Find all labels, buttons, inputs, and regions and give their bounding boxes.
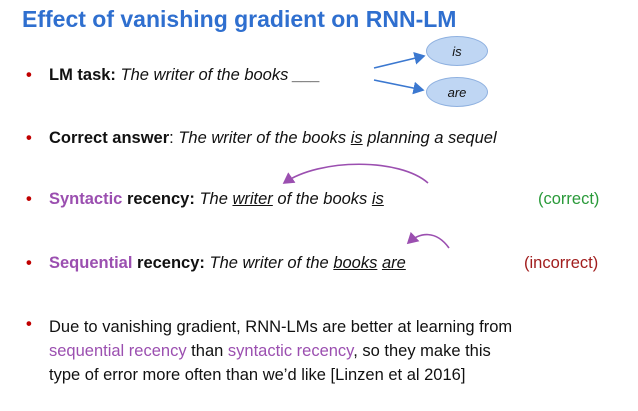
- correct-answer-label: Correct answer: [49, 129, 170, 147]
- sequential-example: The writer of the books are: [209, 254, 406, 272]
- correct-tag: (correct): [538, 190, 600, 208]
- bullet-dot: •: [26, 66, 32, 84]
- slide: Effect of vanishing gradient on RNN-LM i…: [0, 0, 638, 411]
- correct-answer-text: The writer of the books is planning a se…: [178, 129, 497, 147]
- para-line-1: Due to vanishing gradient, RNN-LMs are b…: [49, 318, 513, 336]
- arrow-to-are: [373, 79, 425, 95]
- sequential-arc: [406, 231, 450, 249]
- arrow-to-is: [373, 52, 426, 69]
- syntactic-arc: [282, 163, 429, 184]
- lm-task-label: LM task:: [49, 66, 116, 84]
- bullet-dot: •: [26, 190, 32, 208]
- para-line-3: type of error more often than we’d like …: [49, 366, 466, 384]
- bullet-dot: •: [26, 129, 32, 147]
- bubble-is: is: [426, 36, 488, 66]
- lm-task-text: The writer of the books ___: [120, 66, 321, 84]
- bullet-vanishing-gradient: Due to vanishing gradient, RNN-LMs are b…: [49, 315, 624, 387]
- bullet-dot: •: [26, 315, 32, 333]
- syntactic-example: The writer of the books is: [199, 190, 384, 208]
- incorrect-tag: (incorrect): [524, 254, 599, 272]
- bubble-are: are: [426, 77, 488, 107]
- syntactic-recency-label: Syntactic recency:: [49, 190, 195, 208]
- para-line-2: sequential recency than syntactic recenc…: [49, 342, 491, 360]
- bullet-dot: •: [26, 254, 32, 272]
- sequential-recency-label: Sequential recency:: [49, 254, 205, 272]
